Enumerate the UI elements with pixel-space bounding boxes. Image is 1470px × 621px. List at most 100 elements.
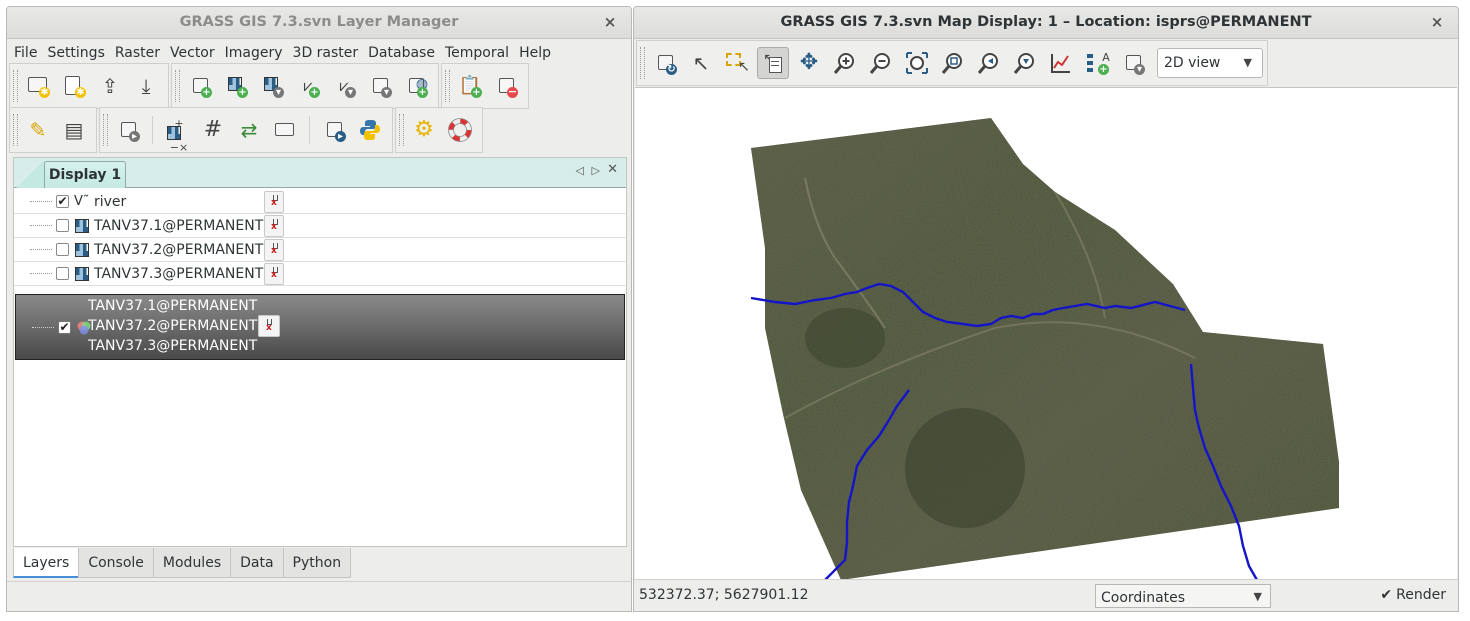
add-web-service-button[interactable]: ◍ +: [400, 70, 432, 102]
layer-properties-button[interactable]: [264, 239, 284, 261]
tab-data[interactable]: Data: [230, 548, 284, 578]
zoom-options-button[interactable]: [1009, 47, 1041, 79]
view-mode-select[interactable]: 2D view ▼: [1157, 48, 1263, 78]
layer-checkbox[interactable]: [56, 267, 69, 280]
layer-manager-titlebar: GRASS GIS 7.3.svn Layer Manager ×: [7, 7, 631, 39]
save-display-button[interactable]: ▾: [1117, 47, 1149, 79]
tab-layers[interactable]: Layers: [13, 548, 80, 578]
workspace-toolbar: ✱ ✱ ⇪ ⤓: [9, 63, 169, 109]
launcher-icon: ▸: [322, 118, 346, 142]
close-icon[interactable]: ×: [601, 13, 619, 31]
select-button[interactable]: ↖: [721, 47, 753, 79]
zoom-extent-button[interactable]: [901, 47, 933, 79]
upload-icon: ⇪: [101, 74, 119, 98]
preferences-button[interactable]: ⚙: [408, 114, 440, 146]
help-button[interactable]: [444, 114, 476, 146]
remove-layer-icon: −: [494, 74, 518, 98]
add-decoration-button[interactable]: A +: [1081, 47, 1113, 79]
georectifier-button[interactable]: #: [197, 114, 229, 146]
layer-toolbar: + + ▾ ⩗ + ⩗ ▾ ▾ ◍ +: [171, 63, 439, 109]
map-display-title: GRASS GIS 7.3.svn Map Display: 1 – Locat…: [780, 14, 1312, 30]
add-group-button[interactable]: 📋 +: [454, 70, 486, 102]
pointer-button[interactable]: ↖: [685, 47, 717, 79]
add-map-layers-button[interactable]: +: [184, 70, 216, 102]
raster-icon: [74, 218, 90, 234]
query-icon: ↖: [761, 51, 785, 75]
add-vector-button[interactable]: ⩗ +: [292, 70, 324, 102]
analyze-button[interactable]: [1045, 47, 1077, 79]
layer-row[interactable]: TANV37.3@PERMANENT: [14, 262, 626, 286]
zoom-extent-icon: [905, 51, 929, 75]
layer-label: TANV37.2@PERMANENT: [94, 242, 264, 258]
add-wms-icon: ◍ +: [404, 74, 428, 98]
map-rendering: [750, 118, 1339, 581]
add-group-icon: 📋 +: [458, 75, 482, 98]
lifebuoy-icon: [448, 118, 472, 142]
add-raster-button[interactable]: +: [220, 70, 252, 102]
save-workspace-button[interactable]: ⤓: [130, 70, 162, 102]
python-shell-button[interactable]: [354, 114, 386, 146]
layer-properties-button[interactable]: [264, 263, 284, 285]
module-launcher-button[interactable]: ▸: [318, 114, 350, 146]
add-layers-icon: +: [188, 74, 212, 98]
zoom-back-button[interactable]: [973, 47, 1005, 79]
save-image-icon: ▾: [1121, 51, 1145, 75]
new-display-button[interactable]: ✱: [22, 70, 54, 102]
layer-properties-button[interactable]: [264, 215, 284, 237]
tab-close-icon[interactable]: ✕: [607, 162, 618, 177]
import-button[interactable]: ▸: [112, 114, 144, 146]
modeler-icon: ⇄: [240, 118, 258, 142]
render-map-button[interactable]: ↻: [649, 47, 681, 79]
layer-row[interactable]: TANV37.2@PERMANENT: [14, 238, 626, 262]
tab-prev-icon[interactable]: ◁: [576, 164, 584, 177]
raster-icon: [74, 266, 90, 282]
add-vector-misc-button[interactable]: ⩗ ▾: [328, 70, 360, 102]
zoom-in-icon: [833, 51, 857, 75]
map-toolbar: ↻ ↖ ↖ ↖ ✥: [636, 39, 1458, 87]
table-icon: ▤: [64, 118, 84, 142]
zoom-in-button[interactable]: [829, 47, 861, 79]
open-workspace-button[interactable]: ⇪: [94, 70, 126, 102]
map-canvas[interactable]: [635, 87, 1457, 581]
zoom-back-icon: [977, 51, 1001, 75]
layer-properties-button[interactable]: [264, 191, 284, 213]
vector-icon: V˜: [74, 194, 90, 209]
attribute-table-button[interactable]: ▤: [58, 114, 90, 146]
pan-button[interactable]: ✥: [793, 47, 825, 79]
rgb-red-layer: TANV37.1@PERMANENT: [88, 298, 258, 314]
layer-properties-button[interactable]: [258, 315, 280, 337]
remove-layer-button[interactable]: −: [490, 70, 522, 102]
tab-display-1[interactable]: Display 1: [44, 161, 126, 188]
query-button[interactable]: ↖: [757, 47, 789, 79]
add-overlay-button[interactable]: ▾: [364, 70, 396, 102]
layer-row[interactable]: TANV37.1@PERMANENT: [14, 214, 626, 238]
close-icon[interactable]: ×: [1428, 13, 1446, 31]
tab-modules[interactable]: Modules: [152, 548, 232, 578]
rgb-layer-row[interactable]: ✔ TANV37.1@PERMANENT TANV37.2@PERMANENT …: [15, 294, 625, 360]
render-checkbox[interactable]: ✔ Render: [1380, 580, 1446, 610]
cartographic-composer-button[interactable]: [269, 114, 301, 146]
tab-next-icon[interactable]: ▷: [592, 164, 600, 177]
edit-vector-button[interactable]: ✎: [22, 114, 54, 146]
add-raster-misc-button[interactable]: ▾: [256, 70, 288, 102]
new-workspace-button[interactable]: ✱: [58, 70, 90, 102]
layer-checkbox[interactable]: ✔: [56, 195, 69, 208]
zoom-region-button[interactable]: [937, 47, 969, 79]
graphical-modeler-button[interactable]: ⇄: [233, 114, 265, 146]
layer-checkbox[interactable]: ✔: [58, 321, 71, 334]
tab-python[interactable]: Python: [282, 548, 352, 578]
tab-console[interactable]: Console: [78, 548, 154, 578]
layer-checkbox[interactable]: [56, 219, 69, 232]
calculator-icon: +−×: [165, 117, 189, 154]
zoom-options-icon: [1013, 51, 1037, 75]
zoom-out-icon: [869, 51, 893, 75]
statusbar-mode-select[interactable]: Coordinates ▼: [1095, 584, 1271, 608]
settings-toolbar: ⚙: [395, 107, 483, 153]
chart-icon: [1049, 51, 1073, 75]
layer-checkbox[interactable]: [56, 243, 69, 256]
layer-row[interactable]: ✔ V˜ river: [14, 190, 626, 214]
raster-calculator-button[interactable]: +−×: [161, 114, 193, 154]
layer-notebook: Display 1 ◁ ▷ ✕ ✔ V˜ river TANV37.1@PERM…: [13, 157, 627, 547]
zoom-out-button[interactable]: [865, 47, 897, 79]
layer-manager-title: GRASS GIS 7.3.svn Layer Manager: [179, 14, 459, 30]
